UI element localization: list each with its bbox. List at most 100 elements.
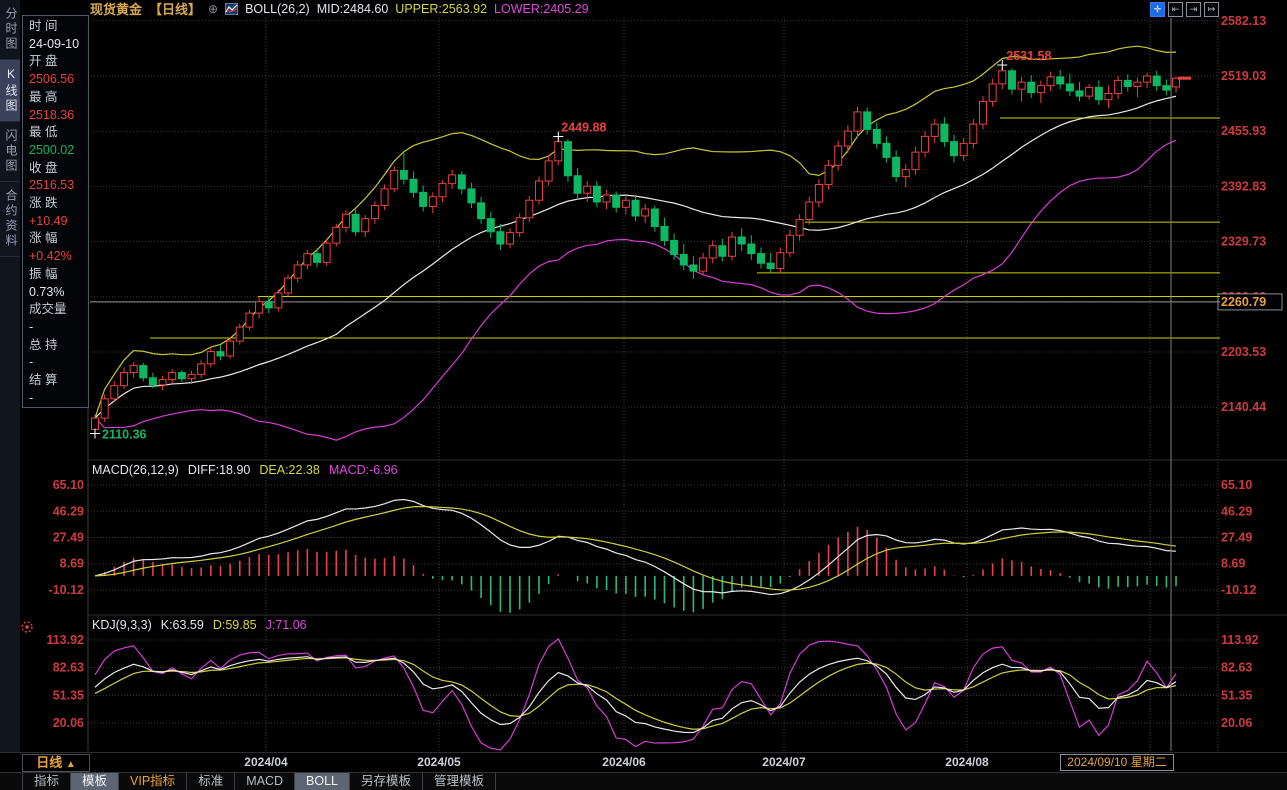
boxed-price-label: 2260.79 — [1221, 295, 1266, 309]
price-marker-label: 2531.58 — [1006, 49, 1051, 63]
indicator-settings-icon[interactable] — [20, 620, 34, 639]
axis-scale-left-icon[interactable]: ⇤ — [1168, 2, 1183, 17]
kdj-axis-label: 113.92 — [1221, 633, 1259, 647]
macd-axis-label: -10.12 — [1221, 583, 1256, 597]
quote-value: - — [29, 319, 88, 337]
quote-label: 时 间 — [29, 18, 88, 36]
price-marker-label: 2110.36 — [102, 428, 147, 442]
kdj-k-value: K:63.59 — [161, 618, 204, 632]
tab-BOLL[interactable]: BOLL — [295, 773, 350, 790]
x-axis-label: 2024/07 — [762, 755, 805, 769]
price-axis-label: 2455.93 — [1221, 124, 1266, 138]
time-axis-row: 日线 ▲ 2024/09/10 星期二 2024/04 2024/05 2024/0… — [0, 752, 1287, 773]
sidebar-item-闪电图[interactable]: 闪电图 — [0, 122, 20, 182]
boll-mid-value: MID:2484.60 — [317, 2, 389, 16]
kdj-layer — [95, 639, 1176, 750]
price-axis-label: 2329.73 — [1221, 235, 1266, 249]
period-label: 【日线】 — [149, 0, 201, 18]
chart-header: 现货黄金 【日线】 ⊕ BOLL(26,2) MID:2484.60 UPPER… — [90, 0, 589, 17]
x-axis-label: 2024/08 — [945, 755, 988, 769]
quote-label: 振 幅 — [29, 266, 88, 284]
scroll-right-icon[interactable]: ↦ — [1204, 2, 1219, 17]
quote-value: 2500.02 — [29, 142, 88, 160]
price-axis-label: 2203.53 — [1221, 345, 1266, 359]
tab-指标[interactable]: 指标 — [22, 773, 71, 790]
chevron-up-icon: ▲ — [66, 759, 76, 770]
quote-value: 2516.53 — [29, 177, 88, 195]
grid-layer — [88, 18, 1287, 751]
chart-canvas[interactable]: 2582.132519.032455.932392.832329.732266.… — [0, 0, 1287, 790]
macd-axis-label: 46.29 — [1221, 504, 1252, 518]
chart-toolbar: ✛⇤⇥↦ — [1150, 2, 1219, 17]
tab-MACD[interactable]: MACD — [235, 773, 295, 790]
kdj-axis-label: 51.35 — [1221, 688, 1252, 702]
macd-value: MACD:-6.96 — [329, 463, 398, 477]
macd-axis-label: 65.10 — [1221, 478, 1252, 492]
x-axis-label: 2024/06 — [602, 755, 645, 769]
quote-label: 结 算 — [29, 372, 88, 390]
axis-scale-right-icon[interactable]: ⇥ — [1186, 2, 1201, 17]
kdj-axis-label: 113.92 — [46, 633, 84, 647]
indicator-tab-bar: 指标模板VIP指标标准MACDBOLL另存模板管理模板 — [0, 772, 1287, 790]
sidebar-item-K线图[interactable]: K线图 — [0, 60, 20, 122]
symbol-title: 现货黄金 — [90, 0, 142, 18]
quote-value: 2518.36 — [29, 107, 88, 125]
tab-模板[interactable]: 模板 — [71, 773, 119, 790]
period-selector-label: 日线 — [36, 755, 62, 770]
macd-axis-label: -10.12 — [49, 583, 84, 597]
quote-label: 成交量 — [29, 301, 88, 319]
candles-layer — [92, 65, 1180, 433]
quote-label: 最 低 — [29, 124, 88, 142]
quote-label: 开 盘 — [29, 53, 88, 71]
quote-label: 涨 幅 — [29, 230, 88, 248]
x-axis-label: 2024/04 — [244, 755, 287, 769]
macd-axis-label: 8.69 — [1221, 557, 1245, 571]
trading-terminal-window: 分时图K线图闪电图合约资料 现货黄金 【日线】 ⊕ BOLL(26,2) MID… — [0, 0, 1287, 790]
quote-value: 24-09-10 — [29, 36, 88, 54]
tab-管理模板[interactable]: 管理模板 — [423, 773, 496, 790]
sidebar-item-分时图[interactable]: 分时图 — [0, 0, 20, 60]
macd-axis-label: 46.29 — [53, 504, 84, 518]
quote-label: 最 高 — [29, 89, 88, 107]
quote-panel: 时 间24-09-10开 盘2506.56最 高2518.36最 低2500.0… — [22, 15, 89, 408]
quote-label: 涨 跌 — [29, 195, 88, 213]
boll-layer — [95, 46, 1176, 440]
boll-label: BOLL(26,2) — [245, 2, 310, 16]
quote-label: 收 盘 — [29, 160, 88, 178]
crosshair-date-label: 2024/09/10 星期二 — [1060, 754, 1174, 771]
price-axis-label: 2140.44 — [1221, 400, 1266, 414]
quote-label: 总 持 — [29, 337, 88, 355]
price-axis-label: 2519.03 — [1221, 69, 1266, 83]
macd-axis-label: 65.10 — [53, 478, 84, 492]
price-axis-label: 2392.83 — [1221, 179, 1266, 193]
sidebar-item-合约资料[interactable]: 合约资料 — [0, 182, 20, 257]
kdj-label: KDJ(9,3,3) — [92, 618, 152, 632]
quote-value: 0.73% — [29, 284, 88, 302]
kdj-axis-label: 20.06 — [53, 716, 84, 730]
x-axis-label: 2024/05 — [417, 755, 460, 769]
add-indicator-icon[interactable]: ⊕ — [208, 2, 218, 16]
price-axis-label: 2582.13 — [1221, 14, 1266, 28]
macd-diff-value: DIFF:18.90 — [188, 463, 251, 477]
quote-value: 2506.56 — [29, 71, 88, 89]
kdj-axis-label: 20.06 — [1221, 716, 1252, 730]
kdj-axis-label: 82.63 — [53, 661, 84, 675]
kdj-d-value: D:59.85 — [213, 618, 257, 632]
boll-lower-value: LOWER:2405.29 — [494, 2, 589, 16]
tab-VIP指标[interactable]: VIP指标 — [119, 773, 187, 790]
quote-value: +0.42% — [29, 248, 88, 266]
quote-value: +10.49 — [29, 213, 88, 231]
kdj-header: KDJ(9,3,3) K:63.59 D:59.85 J:71.06 — [92, 618, 307, 632]
tab-标准[interactable]: 标准 — [187, 773, 235, 790]
period-selector[interactable]: 日线 ▲ — [22, 754, 90, 772]
macd-axis-label: 27.49 — [1221, 530, 1252, 544]
tab-另存模板[interactable]: 另存模板 — [350, 773, 423, 790]
marker-layer: 2449.88 2531.58 2110.36 — [90, 49, 1191, 441]
chart-type-sidebar: 分时图K线图闪电图合约资料 — [0, 0, 20, 752]
kdj-j-value: J:71.06 — [266, 618, 307, 632]
macd-layer — [95, 499, 1176, 612]
price-marker-label: 2449.88 — [561, 120, 606, 134]
crosshair-tool-icon[interactable]: ✛ — [1150, 2, 1165, 17]
boll-upper-value: UPPER:2563.92 — [395, 2, 487, 16]
kdj-axis-label: 51.35 — [53, 688, 84, 702]
